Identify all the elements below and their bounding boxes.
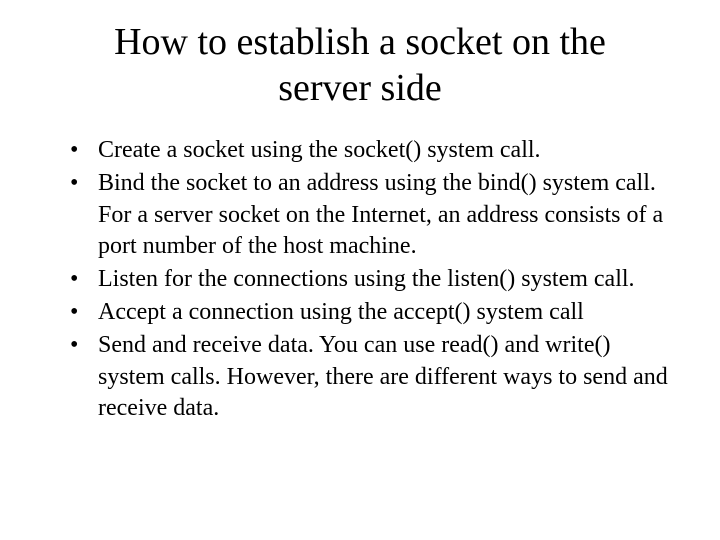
- slide-title: How to establish a socket on the server …: [40, 20, 680, 111]
- bullet-list: Create a socket using the socket() syste…: [40, 135, 680, 424]
- list-item: Accept a connection using the accept() s…: [70, 297, 680, 328]
- list-item: Bind the socket to an address using the …: [70, 168, 680, 262]
- list-item: Create a socket using the socket() syste…: [70, 135, 680, 166]
- list-item: Listen for the connections using the lis…: [70, 264, 680, 295]
- list-item: Send and receive data. You can use read(…: [70, 330, 680, 424]
